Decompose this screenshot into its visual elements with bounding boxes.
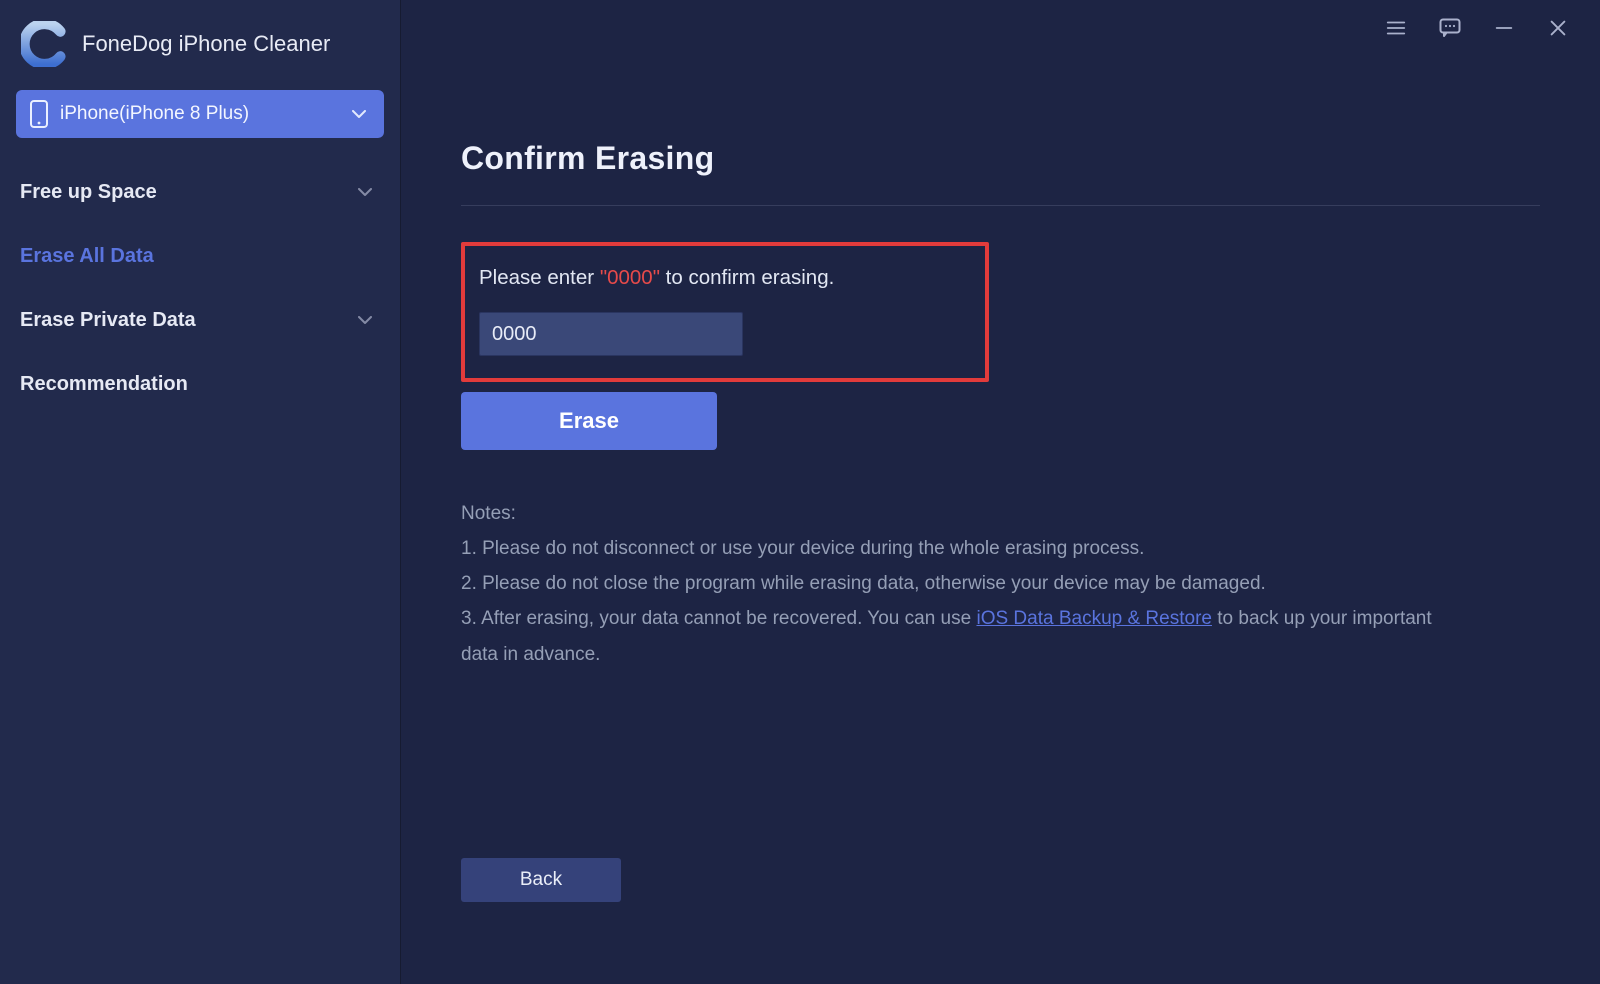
backup-restore-link[interactable]: iOS Data Backup & Restore [976,608,1212,629]
app-title: FoneDog iPhone Cleaner [82,31,330,57]
notes-heading: Notes: [461,496,1441,531]
sidebar-nav: Free up Space Erase All Data Erase Priva… [16,160,384,416]
page-title: Confirm Erasing [461,140,1540,177]
device-selector[interactable]: iPhone(iPhone 8 Plus) [16,90,384,138]
titlebar [1380,0,1600,56]
confirm-instruction: Please enter "0000" to confirm erasing. [479,266,971,290]
confirm-code: "0000" [600,266,660,289]
note-3: 3. After erasing, your data cannot be re… [461,601,1441,671]
confirm-text-prefix: Please enter [479,266,600,289]
phone-icon [30,100,48,128]
sidebar-item-label: Erase Private Data [20,309,196,332]
sidebar-item-erase-private-data[interactable]: Erase Private Data [16,288,384,352]
erase-button[interactable]: Erase [461,392,717,450]
chevron-down-icon [356,183,374,201]
main: Confirm Erasing Please enter "0000" to c… [401,0,1600,984]
notes-section: Notes: 1. Please do not disconnect or us… [461,496,1441,672]
note-2: 2. Please do not close the program while… [461,566,1441,601]
chevron-down-icon [356,311,374,329]
note-1: 1. Please do not disconnect or use your … [461,531,1441,566]
sidebar: FoneDog iPhone Cleaner iPhone(iPhone 8 P… [0,0,401,984]
sidebar-item-recommendation[interactable]: Recommendation [16,352,384,416]
divider [461,205,1540,206]
sidebar-item-label: Erase All Data [20,245,154,268]
brand: FoneDog iPhone Cleaner [16,14,384,90]
app-logo-icon [20,20,68,68]
menu-icon[interactable] [1380,12,1412,44]
close-icon[interactable] [1542,12,1574,44]
feedback-icon[interactable] [1434,12,1466,44]
confirm-code-input[interactable] [479,312,743,356]
back-button[interactable]: Back [461,858,621,902]
sidebar-item-label: Free up Space [20,181,157,204]
sidebar-item-label: Recommendation [20,373,188,396]
minimize-icon[interactable] [1488,12,1520,44]
sidebar-item-free-up-space[interactable]: Free up Space [16,160,384,224]
confirm-highlight-box: Please enter "0000" to confirm erasing. [461,242,989,382]
device-label: iPhone(iPhone 8 Plus) [60,103,338,125]
chevron-down-icon [350,105,368,123]
confirm-text-suffix: to confirm erasing. [660,266,834,289]
note-3-prefix: 3. After erasing, your data cannot be re… [461,608,976,629]
sidebar-item-erase-all-data[interactable]: Erase All Data [16,224,384,288]
